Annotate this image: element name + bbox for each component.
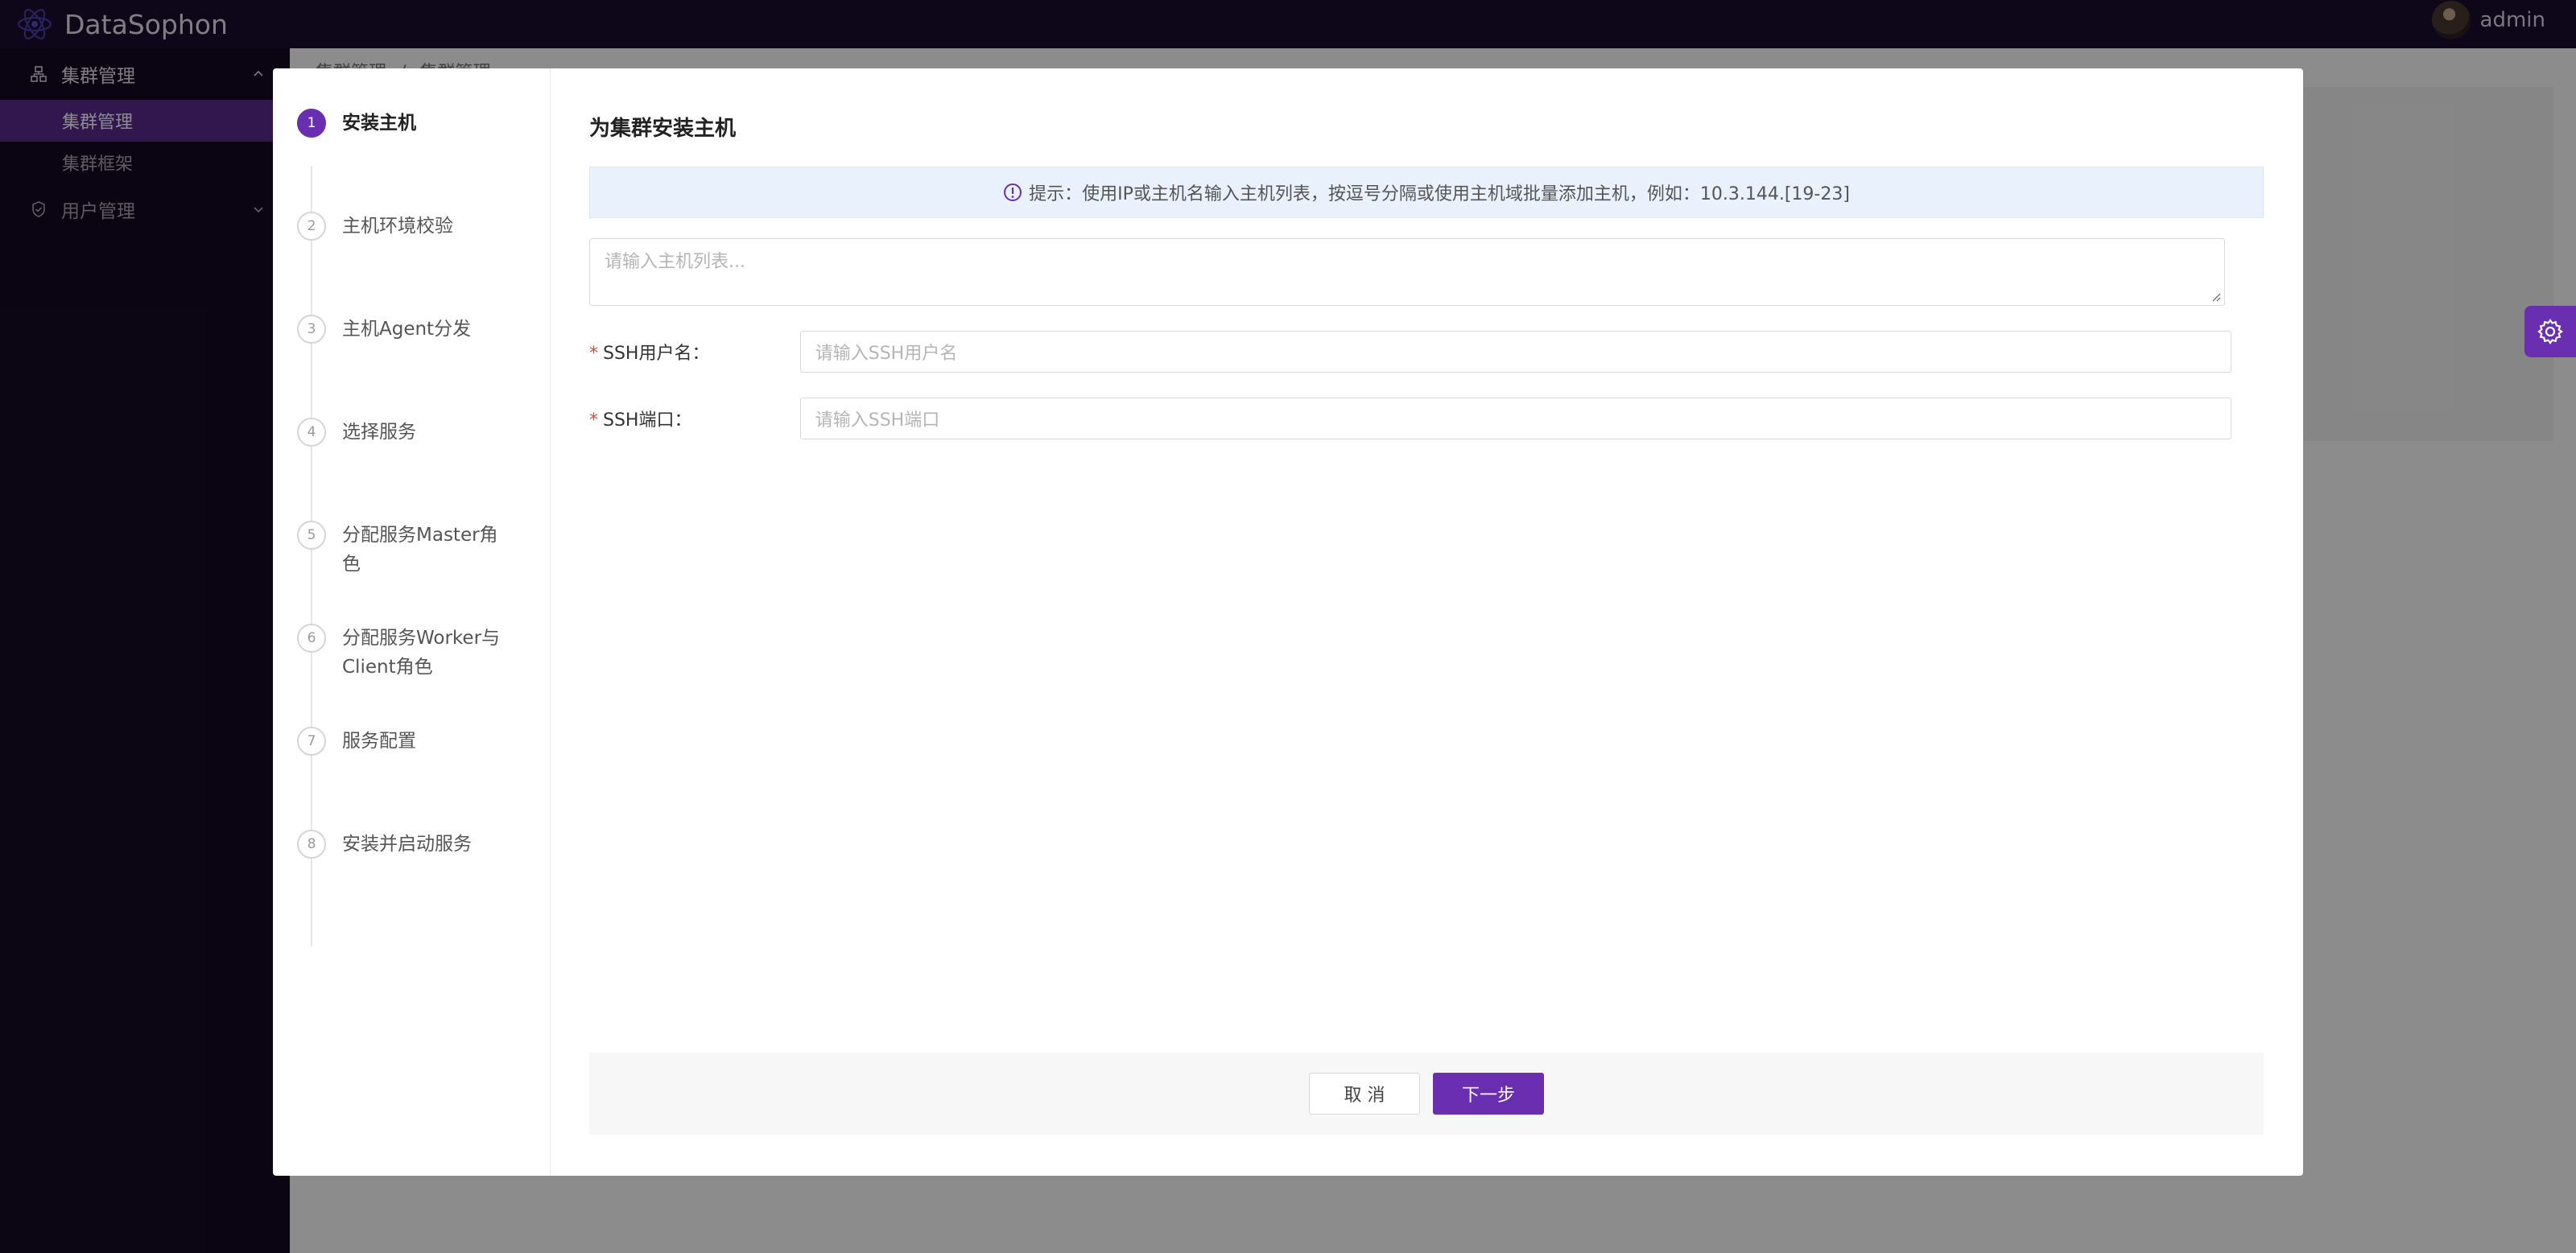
step-1[interactable]: 1 安装主机 (297, 109, 503, 138)
ssh-user-input[interactable]: 请输入SSH用户名 (799, 331, 2231, 373)
ssh-port-input[interactable]: 请输入SSH端口 (799, 398, 2231, 439)
resize-handle-icon[interactable] (2210, 291, 2221, 302)
step-8[interactable]: 8 安装并启动服务 (297, 830, 503, 859)
cancel-button[interactable]: 取 消 (1309, 1073, 1420, 1115)
ssh-user-label: * SSH用户名： (589, 344, 710, 364)
step-label: 选择服务 (342, 422, 416, 443)
step-label: 安装主机 (342, 113, 416, 134)
ssh-user-row: * SSH用户名： 请输入SSH用户名 (589, 330, 2231, 373)
step-label: 分配服务Worker与Client角色 (342, 628, 501, 678)
required-mark: * (589, 344, 598, 364)
wizard-steps: 1 安装主机 2 主机环境校验 3 主机Agent分发 4 选择服务 5 分配服… (273, 68, 551, 1176)
step-number: 4 (297, 418, 326, 447)
hosts-list-input[interactable]: 请输入主机列表... (589, 238, 2225, 306)
hosts-placeholder: 请输入主机列表... (605, 252, 745, 272)
required-mark: * (589, 410, 598, 431)
install-hosts-dialog: 1 安装主机 2 主机环境校验 3 主机Agent分发 4 选择服务 5 分配服… (273, 68, 2303, 1176)
info-alert: 提示：使用IP或主机名输入主机列表，按逗号分隔或使用主机域批量添加主机，例如：1… (589, 167, 2264, 218)
settings-button[interactable] (2524, 306, 2576, 357)
page-title: 为集群安装主机 (589, 117, 737, 141)
alert-text: 提示：使用IP或主机名输入主机列表，按逗号分隔或使用主机域批量添加主机，例如：1… (1029, 184, 1850, 204)
step-number: 2 (297, 212, 326, 241)
step-number: 3 (297, 315, 326, 344)
next-button[interactable]: 下一步 (1433, 1073, 1544, 1115)
step-number: 7 (297, 727, 326, 756)
ssh-user-placeholder: 请输入SSH用户名 (815, 344, 958, 364)
ssh-port-label: * SSH端口： (589, 410, 692, 431)
step-label: 主机Agent分发 (342, 319, 472, 340)
ssh-port-placeholder: 请输入SSH端口 (815, 410, 940, 431)
step-label: 分配服务Master角色 (342, 525, 498, 575)
step-7[interactable]: 7 服务配置 (297, 727, 503, 756)
step-number: 5 (297, 521, 326, 550)
gear-icon (2537, 319, 2563, 344)
info-icon (1004, 183, 1022, 201)
step-number: 8 (297, 830, 326, 859)
step-label: 主机环境校验 (342, 216, 453, 237)
step-number: 1 (297, 109, 326, 138)
step-6[interactable]: 6 分配服务Worker与Client角色 (297, 624, 503, 682)
step-2[interactable]: 2 主机环境校验 (297, 212, 503, 241)
ssh-port-row: * SSH端口： 请输入SSH端口 (589, 397, 2231, 440)
step-5[interactable]: 5 分配服务Master角色 (297, 521, 503, 579)
step-number: 6 (297, 624, 326, 653)
step-label: 安装并启动服务 (342, 834, 472, 855)
step-4[interactable]: 4 选择服务 (297, 418, 503, 447)
step-label: 服务配置 (342, 731, 416, 752)
dialog-footer: 取 消 下一步 (589, 1053, 2264, 1135)
step-content: 为集群安装主机 提示：使用IP或主机名输入主机列表，按逗号分隔或使用主机域批量添… (589, 68, 2264, 1176)
step-3[interactable]: 3 主机Agent分发 (297, 315, 503, 344)
